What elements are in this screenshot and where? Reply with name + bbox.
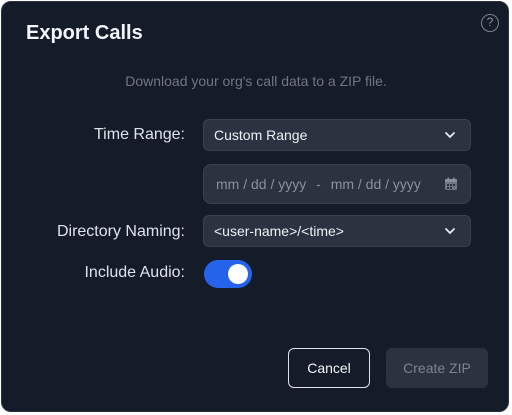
dialog-description: Download your org's call data to a ZIP f…: [125, 73, 387, 89]
chevron-down-icon: [445, 132, 455, 138]
end-date-field[interactable]: mm / dd / yyyy: [331, 176, 421, 192]
toggle-knob: [228, 264, 248, 284]
include-audio-label: Include Audio:: [84, 264, 185, 281]
include-audio-toggle[interactable]: [204, 260, 252, 288]
date-range-input[interactable]: mm / dd / yyyy - mm / dd / yyyy: [203, 164, 471, 204]
time-range-value: Custom Range: [214, 127, 308, 143]
dialog-title: Export Calls: [26, 22, 143, 44]
time-range-select[interactable]: Custom Range: [203, 119, 471, 151]
time-range-label: Time Range:: [94, 126, 185, 143]
export-calls-dialog: Export Calls ? Download your org's call …: [1, 1, 509, 412]
help-icon[interactable]: ?: [481, 14, 499, 32]
date-separator: -: [316, 176, 321, 192]
calendar-icon[interactable]: [444, 177, 458, 191]
directory-naming-value: <user-name>/<time>: [214, 223, 344, 239]
start-date-field[interactable]: mm / dd / yyyy: [216, 176, 306, 192]
create-zip-button[interactable]: Create ZIP: [386, 348, 488, 388]
directory-naming-select[interactable]: <user-name>/<time>: [203, 215, 471, 247]
cancel-button[interactable]: Cancel: [288, 348, 370, 388]
chevron-down-icon: [445, 228, 455, 234]
directory-naming-label: Directory Naming:: [56, 223, 185, 240]
